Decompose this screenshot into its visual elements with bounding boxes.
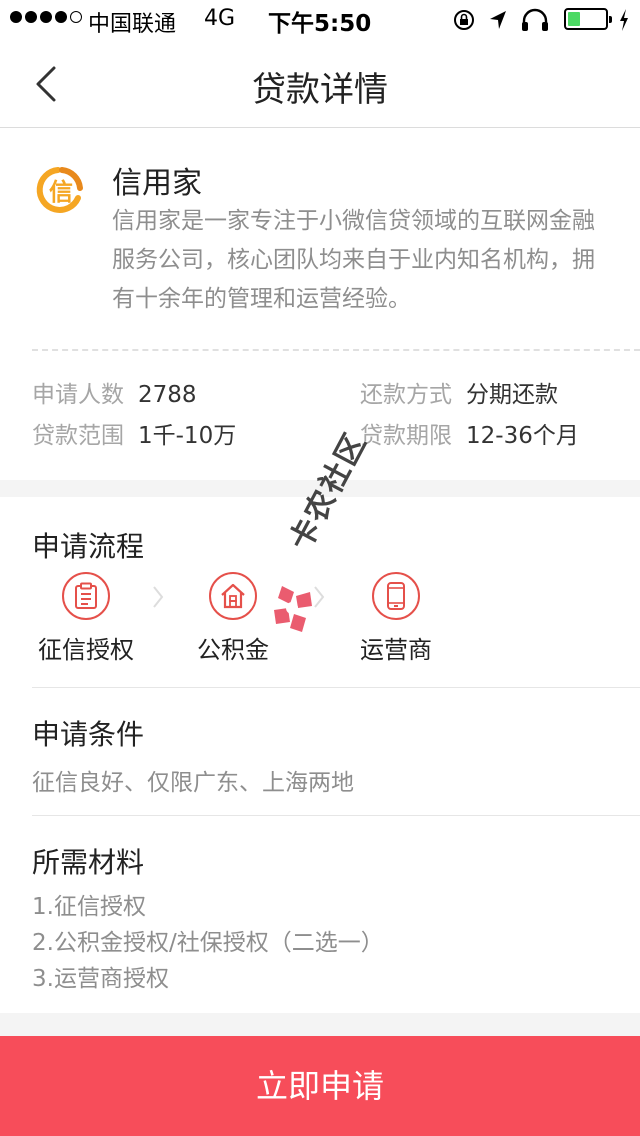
- process-step-carrier: 运营商: [321, 572, 471, 665]
- charging-bolt-icon: [620, 9, 628, 31]
- step-icon-circle: [62, 572, 110, 620]
- application-info: 申请流程 征信授权 公积金 运营商 申请条件 征信良好、仅限广东、上海两地 所需…: [0, 497, 640, 1013]
- stat-value: 2788: [138, 382, 197, 408]
- materials-list: 1.征信授权 2.公积金授权/社保授权（二选一） 3.运营商授权: [32, 889, 384, 997]
- location-arrow-icon: [490, 11, 506, 29]
- process-step-fund: 公积金: [158, 572, 308, 665]
- step-label: 运营商: [360, 636, 432, 664]
- conditions-title: 申请条件: [32, 718, 145, 751]
- stat-value: 分期还款: [466, 382, 558, 408]
- headphones-icon: [522, 8, 548, 31]
- carrier-name: 中国联通: [88, 12, 177, 37]
- rotation-lock-icon: [454, 10, 474, 30]
- page-title: 贷款详情: [252, 70, 388, 110]
- stat-value: 1千-10万: [138, 423, 237, 449]
- status-bar: 中国联通 4G 下午5:50: [0, 0, 640, 40]
- product-name: 信用家: [112, 166, 202, 201]
- house-icon: [221, 583, 245, 609]
- phone-icon: [387, 582, 405, 610]
- status-time: 下午5:50: [268, 11, 372, 37]
- network-type: 4G: [204, 6, 236, 31]
- stat-label: 贷款期限: [360, 423, 452, 449]
- stat-label: 贷款范围: [32, 423, 124, 449]
- stat-label: 申请人数: [32, 382, 124, 408]
- materials-title: 所需材料: [32, 846, 145, 879]
- process-step-credit: 征信授权: [11, 572, 161, 665]
- dashed-divider: [32, 349, 640, 351]
- battery-icon: [564, 8, 612, 30]
- step-icon-circle: [372, 572, 420, 620]
- material-item: 1.征信授权: [32, 894, 146, 920]
- stat-loan-term: 贷款期限 12-36个月: [360, 416, 579, 450]
- step-icon-circle: [209, 572, 257, 620]
- process-title: 申请流程: [32, 530, 145, 563]
- stat-label: 还款方式: [360, 382, 452, 408]
- step-label: 征信授权: [38, 636, 134, 664]
- product-logo: 信: [36, 167, 83, 213]
- section-divider: [32, 687, 640, 688]
- clipboard-icon: [75, 582, 97, 609]
- stat-applicants: 申请人数 2788: [32, 375, 197, 409]
- stat-value: 12-36个月: [466, 423, 579, 449]
- apply-now-button[interactable]: 立即申请: [0, 1036, 640, 1136]
- svg-text:信: 信: [49, 178, 73, 206]
- product-description: 信用家是一家专注于小微信贷领域的互联网金融服务公司，核心团队均来自于业内知名机构…: [112, 208, 595, 312]
- section-divider: [32, 815, 640, 816]
- conditions-text: 征信良好、仅限广东、上海两地: [32, 770, 354, 796]
- stat-repayment: 还款方式 分期还款: [360, 375, 558, 409]
- product-card: 信 信用家 信用家是一家专注于小微信贷领域的互联网金融服务公司，核心团队均来自于…: [0, 128, 640, 480]
- nav-bar: 贷款详情: [0, 40, 640, 128]
- material-item: 2.公积金授权/社保授权（二选一）: [32, 930, 384, 956]
- step-label: 公积金: [197, 636, 269, 664]
- stat-loan-range: 贷款范围 1千-10万: [32, 416, 236, 450]
- signal-strength-icon: [10, 11, 82, 23]
- material-item: 3.运营商授权: [32, 966, 169, 992]
